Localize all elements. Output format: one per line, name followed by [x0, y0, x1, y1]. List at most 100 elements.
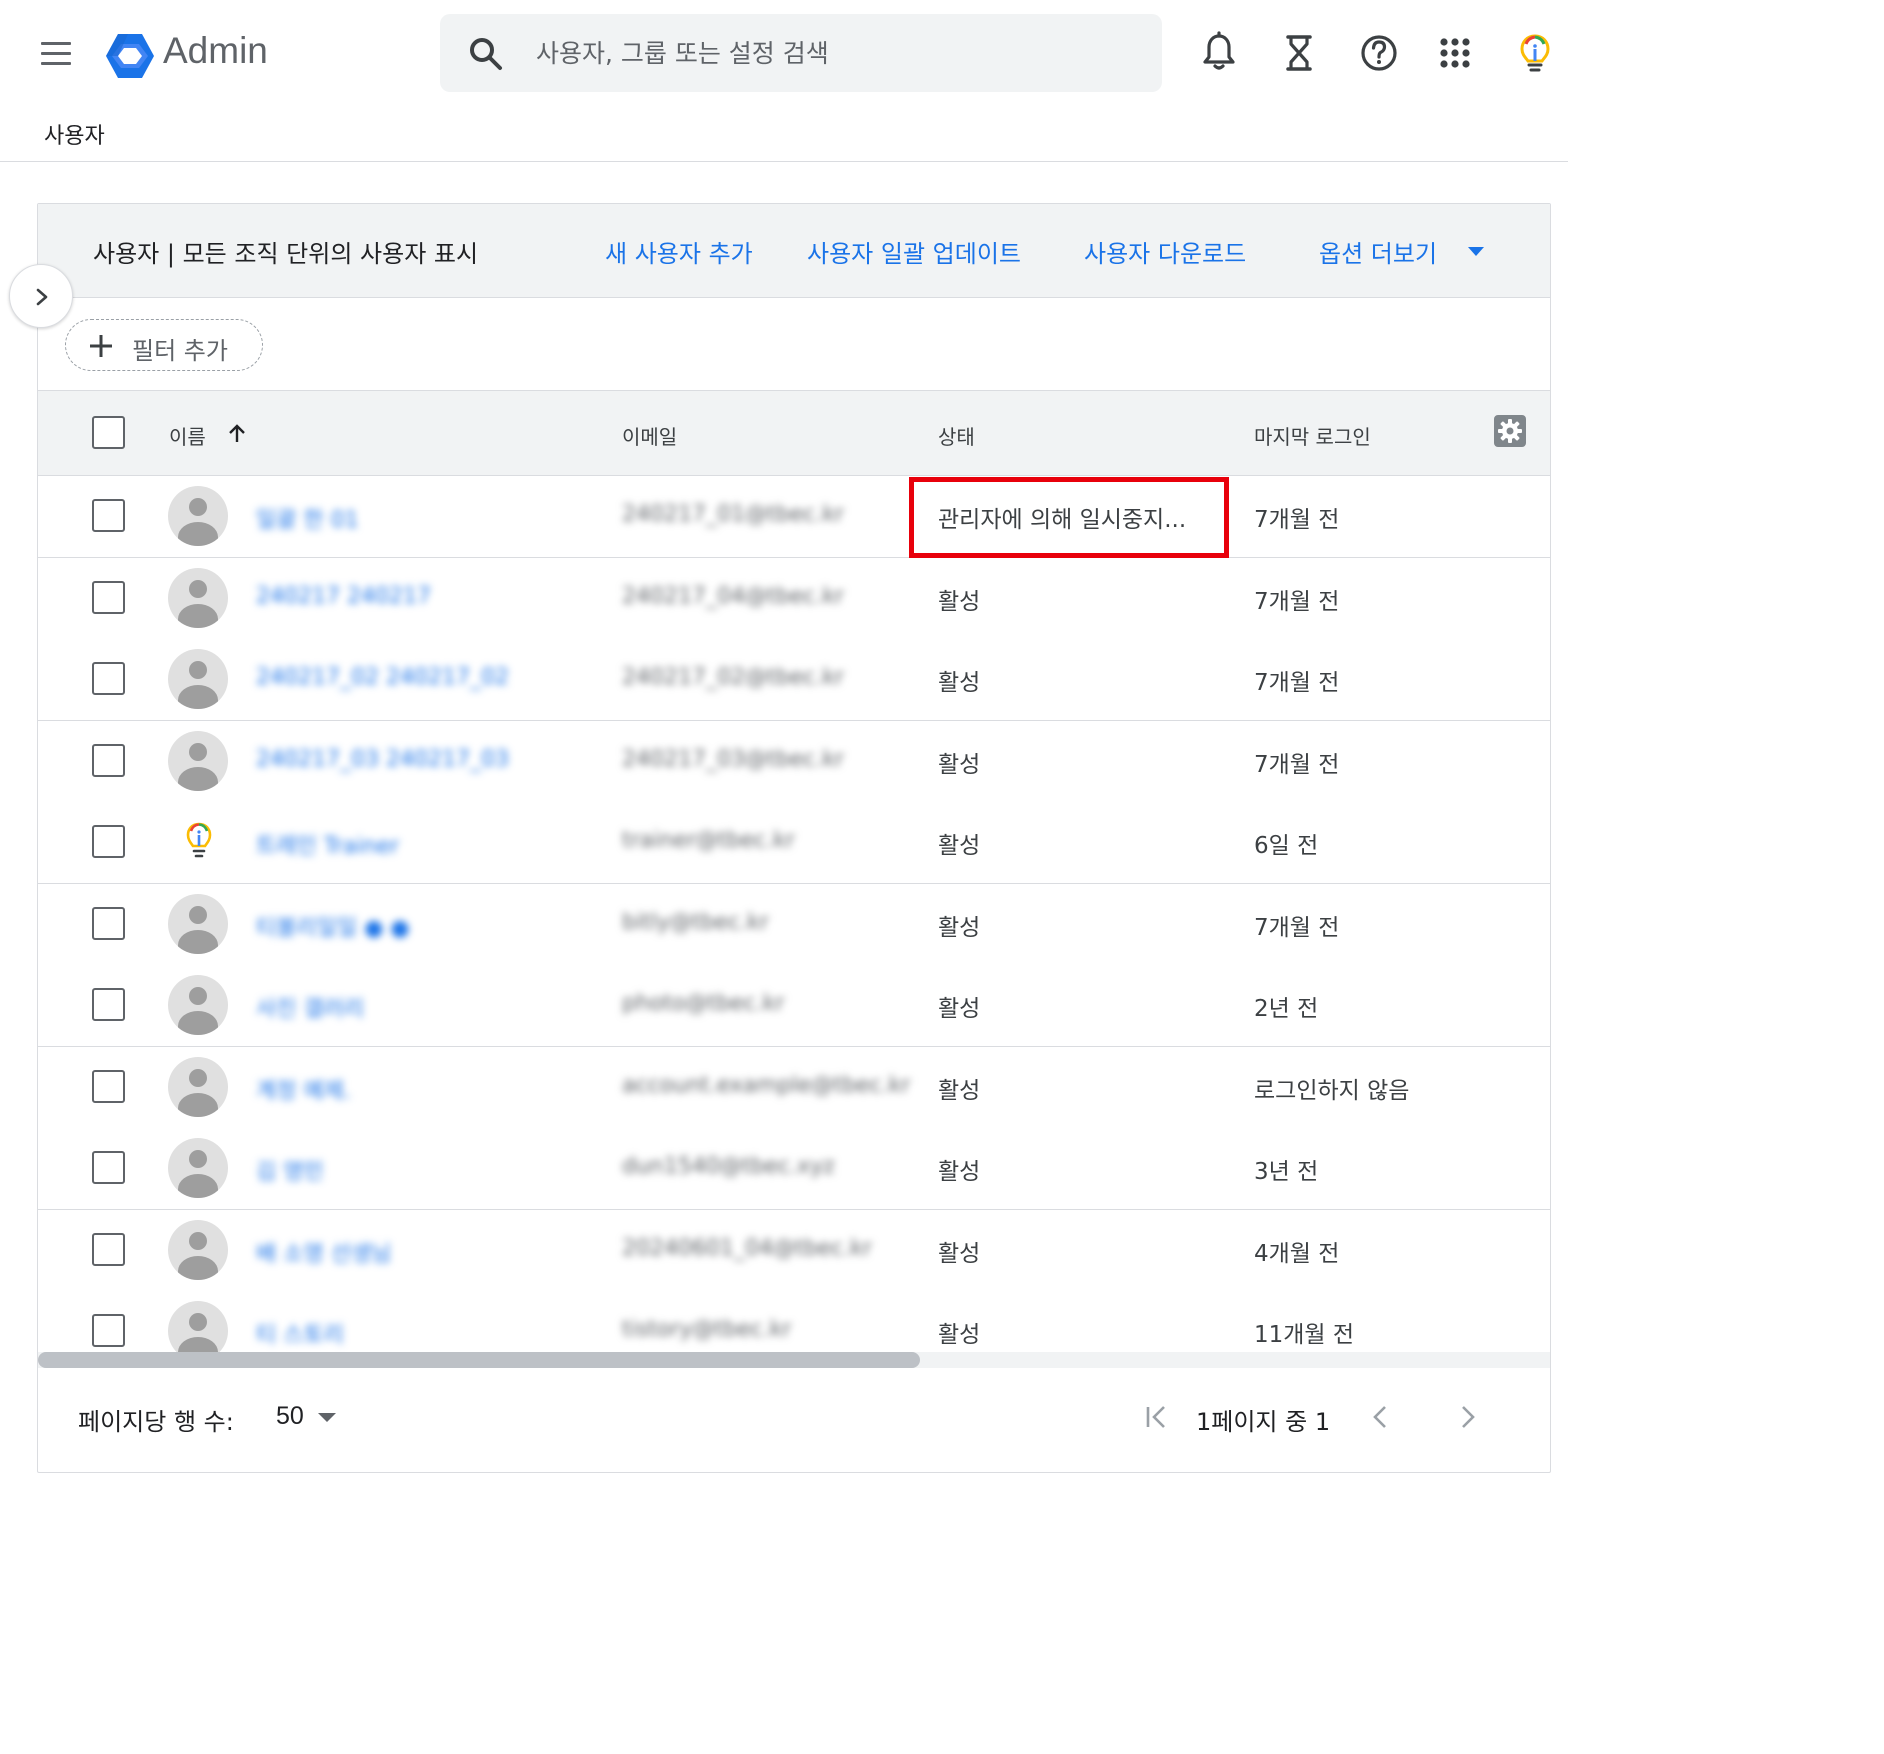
previous-page-icon[interactable] [1364, 1400, 1398, 1434]
page-info: 1페이지 중 1 [1196, 1408, 1331, 1436]
search-bar[interactable] [440, 14, 1162, 92]
table-row[interactable]: 김 영민 dun1540@tbec.xyz 활성 3년 전 [38, 1128, 1550, 1210]
user-email: 240217_03@tbec.kr [622, 747, 844, 772]
top-bar: Admin [0, 0, 1568, 108]
avatar [168, 731, 228, 791]
add-user-button[interactable]: 새 사용자 추가 [605, 234, 753, 269]
user-name-link[interactable]: 240217_03 240217_03 [256, 747, 509, 772]
user-name-link[interactable]: 김 영민 [256, 1154, 324, 1186]
table-row[interactable]: 240217_02 240217_02 240217_02@tbec.kr 활성… [38, 639, 1550, 721]
row-checkbox[interactable] [92, 907, 125, 940]
user-last-login: 2년 전 [1254, 996, 1319, 1022]
user-status: 활성 [938, 589, 981, 615]
search-input[interactable] [536, 32, 1136, 74]
table-row[interactable]: 계정 예제. account.example@tbec.kr 활성 로그인하지 … [38, 1047, 1550, 1129]
lightbulb-avatar-icon [186, 822, 212, 858]
user-name-link[interactable]: 티 스토리 [256, 1317, 344, 1349]
row-checkbox[interactable] [92, 1314, 125, 1347]
row-checkbox[interactable] [92, 1233, 125, 1266]
download-users-button[interactable]: 사용자 다운로드 [1084, 234, 1246, 269]
caret-down-icon [318, 1413, 336, 1422]
horizontal-scrollbar[interactable] [38, 1352, 920, 1368]
add-filter-button[interactable]: 필터 추가 [65, 319, 263, 371]
user-name-link[interactable]: 계정 예제. [256, 1073, 351, 1105]
user-email: bitly@tbec.kr [622, 910, 769, 935]
column-header-name[interactable]: 이름 [169, 421, 206, 450]
user-name-link[interactable]: 사진 갤러리 [256, 991, 364, 1023]
user-name-link[interactable]: 240217_02 240217_02 [256, 665, 509, 690]
help-icon[interactable] [1356, 30, 1402, 76]
table-row[interactable]: 240217 240217 240217_04@tbec.kr 활성 7개월 전 [38, 558, 1550, 640]
user-last-login: 11개월 전 [1254, 1322, 1355, 1348]
table-row[interactable]: 트레인 Trainer trainer@tbec.kr 활성 6일 전 [38, 802, 1550, 884]
user-status: 활성 [938, 1322, 981, 1348]
table-row[interactable]: 티 스토리 tistory@tbec.kr 활성 11개월 전 [38, 1291, 1550, 1353]
apps-grid-icon[interactable] [1432, 30, 1478, 76]
column-settings-icon[interactable] [1494, 415, 1526, 447]
user-name-link[interactable]: 트레인 Trainer [256, 828, 399, 860]
table-row[interactable]: 배 소영 선생님 20240601_04@tbec.kr 활성 4개월 전 [38, 1210, 1550, 1292]
avatar [168, 1220, 228, 1280]
row-checkbox[interactable] [92, 1151, 125, 1184]
hourglass-icon[interactable] [1276, 30, 1322, 76]
user-name-link[interactable]: 티볼리일일 ● ● [256, 910, 410, 942]
breadcrumb: 사용자 [44, 124, 105, 149]
avatar [168, 1301, 228, 1353]
main-menu-icon[interactable] [38, 40, 74, 68]
bulk-update-button[interactable]: 사용자 일괄 업데이트 [807, 234, 1021, 269]
user-last-login: 4개월 전 [1254, 1241, 1340, 1267]
user-email: dun1540@tbec.xyz [622, 1154, 835, 1179]
user-status: 활성 [938, 1159, 981, 1185]
expand-panel-button[interactable] [9, 264, 73, 328]
first-page-icon[interactable] [1140, 1400, 1174, 1434]
user-status: 활성 [938, 752, 981, 778]
row-checkbox[interactable] [92, 744, 125, 777]
search-icon[interactable] [466, 34, 506, 74]
user-last-login: 7개월 전 [1254, 507, 1340, 533]
user-last-login: 3년 전 [1254, 1159, 1319, 1185]
row-checkbox[interactable] [92, 988, 125, 1021]
avatar [168, 1057, 228, 1117]
more-options-button[interactable]: 옵션 더보기 [1319, 234, 1437, 269]
row-checkbox[interactable] [92, 825, 125, 858]
user-status: 관리자에 의해 일시중지... [938, 507, 1187, 533]
row-checkbox[interactable] [92, 499, 125, 532]
app-title[interactable]: Admin [163, 30, 268, 72]
avatar [168, 975, 228, 1035]
table-row[interactable]: 티볼리일일 ● ● bitly@tbec.kr 활성 7개월 전 [38, 884, 1550, 966]
user-status: 활성 [938, 833, 981, 859]
row-checkbox[interactable] [92, 581, 125, 614]
select-all-checkbox[interactable] [92, 416, 125, 449]
table-header: 이름 이메일 상태 마지막 로그인 [38, 390, 1550, 476]
user-status: 활성 [938, 996, 981, 1022]
caret-down-icon[interactable] [1468, 247, 1484, 256]
table-row[interactable]: 240217_03 240217_03 240217_03@tbec.kr 활성… [38, 721, 1550, 803]
avatar [168, 649, 228, 709]
user-name-link[interactable]: 배 소영 선생님 [256, 1236, 391, 1268]
user-last-login: 6일 전 [1254, 833, 1319, 859]
user-last-login: 7개월 전 [1254, 915, 1340, 941]
column-header-email[interactable]: 이메일 [622, 421, 677, 450]
divider [0, 161, 1568, 162]
user-status: 활성 [938, 670, 981, 696]
column-header-status[interactable]: 상태 [938, 421, 975, 450]
row-checkbox[interactable] [92, 662, 125, 695]
user-email: tistory@tbec.kr [622, 1317, 792, 1342]
table-row[interactable]: 사진 갤러리 photo@tbec.kr 활성 2년 전 [38, 965, 1550, 1047]
user-email: 240217_02@tbec.kr [622, 665, 844, 690]
table-row[interactable]: 일괄 한 01 240217_01@tbec.kr 관리자에 의해 일시중지..… [38, 476, 1550, 558]
rows-per-page-label: 페이지당 행 수: [78, 1408, 234, 1436]
row-checkbox[interactable] [92, 1070, 125, 1103]
user-name-link[interactable]: 일괄 한 01 [256, 502, 359, 534]
lightbulb-icon[interactable] [1512, 30, 1558, 76]
avatar [168, 1138, 228, 1198]
bell-icon[interactable] [1196, 30, 1242, 76]
next-page-icon[interactable] [1450, 1400, 1484, 1434]
column-header-last-login[interactable]: 마지막 로그인 [1254, 421, 1371, 450]
user-last-login: 로그인하지 않음 [1254, 1078, 1410, 1104]
user-name-link[interactable]: 240217 240217 [256, 584, 431, 609]
user-email: 20240601_04@tbec.kr [622, 1236, 872, 1261]
user-email: trainer@tbec.kr [622, 828, 795, 853]
sort-ascending-icon[interactable] [228, 423, 246, 443]
rows-per-page-select[interactable]: 50 [276, 1400, 342, 1434]
